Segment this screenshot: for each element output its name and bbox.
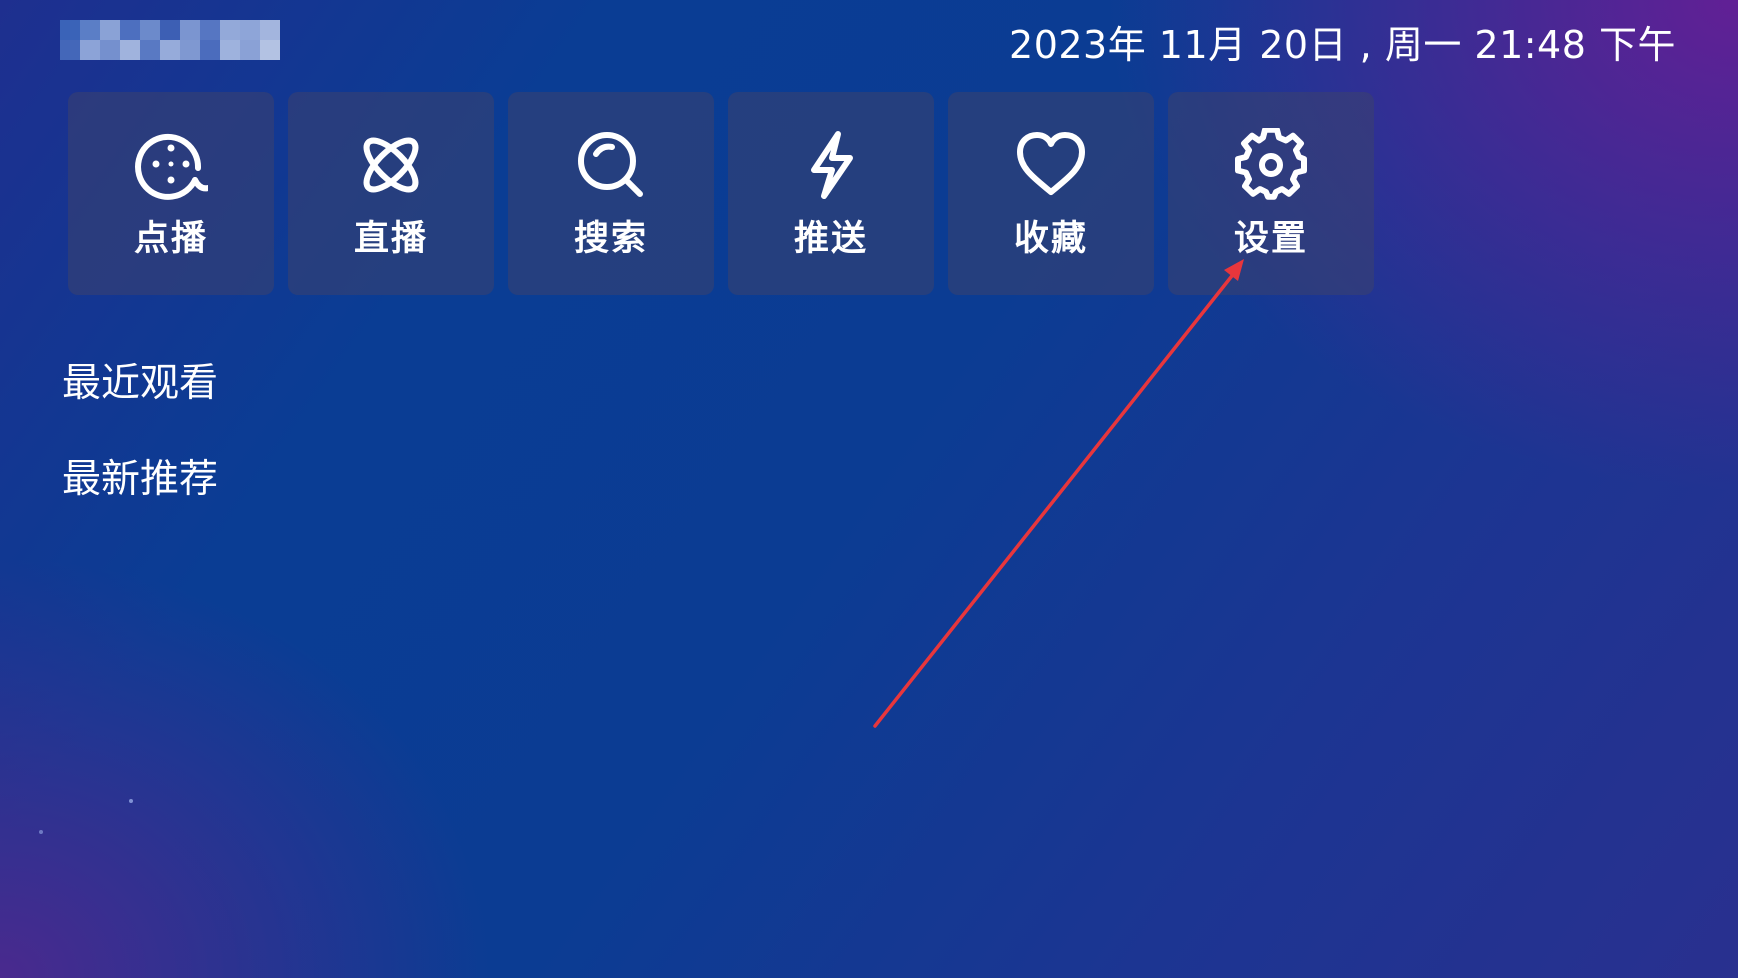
menu-tile-settings[interactable]: 设置 (1168, 92, 1374, 295)
atom-icon (354, 128, 428, 202)
menu-tile-push[interactable]: 推送 (728, 92, 934, 295)
app-logo (60, 12, 280, 68)
menu-tile-label: 点播 (133, 219, 208, 259)
search-icon (574, 128, 648, 202)
menu-tile-label: 推送 (793, 219, 868, 259)
heart-icon (1014, 128, 1088, 202)
decorative-dot (129, 799, 133, 803)
datetime-display: 2023年 11月 20日 , 周一 21:48 下午 (1009, 23, 1676, 67)
gear-icon (1234, 128, 1308, 202)
menu-tile-live[interactable]: 直播 (288, 92, 494, 295)
decorative-dot (39, 830, 43, 834)
menu-tile-label: 直播 (353, 219, 428, 259)
section-title-recommend[interactable]: 最新推荐 (62, 448, 218, 504)
lightning-icon (794, 128, 868, 202)
menu-tile-label: 搜索 (573, 219, 648, 259)
menu-tile-search[interactable]: 搜索 (508, 92, 714, 295)
menu-tile-favorites[interactable]: 收藏 (948, 92, 1154, 295)
menu-tile-label: 收藏 (1013, 219, 1088, 259)
menu-tile-label: 设置 (1233, 219, 1308, 259)
film-reel-icon (134, 128, 208, 202)
menu-tile-vod[interactable]: 点播 (68, 92, 274, 295)
annotation-arrow-shaft (873, 270, 1237, 728)
section-title-recent[interactable]: 最近观看 (62, 352, 218, 408)
main-menu: 点播 直播 搜索 推送 收藏 设置 (68, 92, 1374, 295)
